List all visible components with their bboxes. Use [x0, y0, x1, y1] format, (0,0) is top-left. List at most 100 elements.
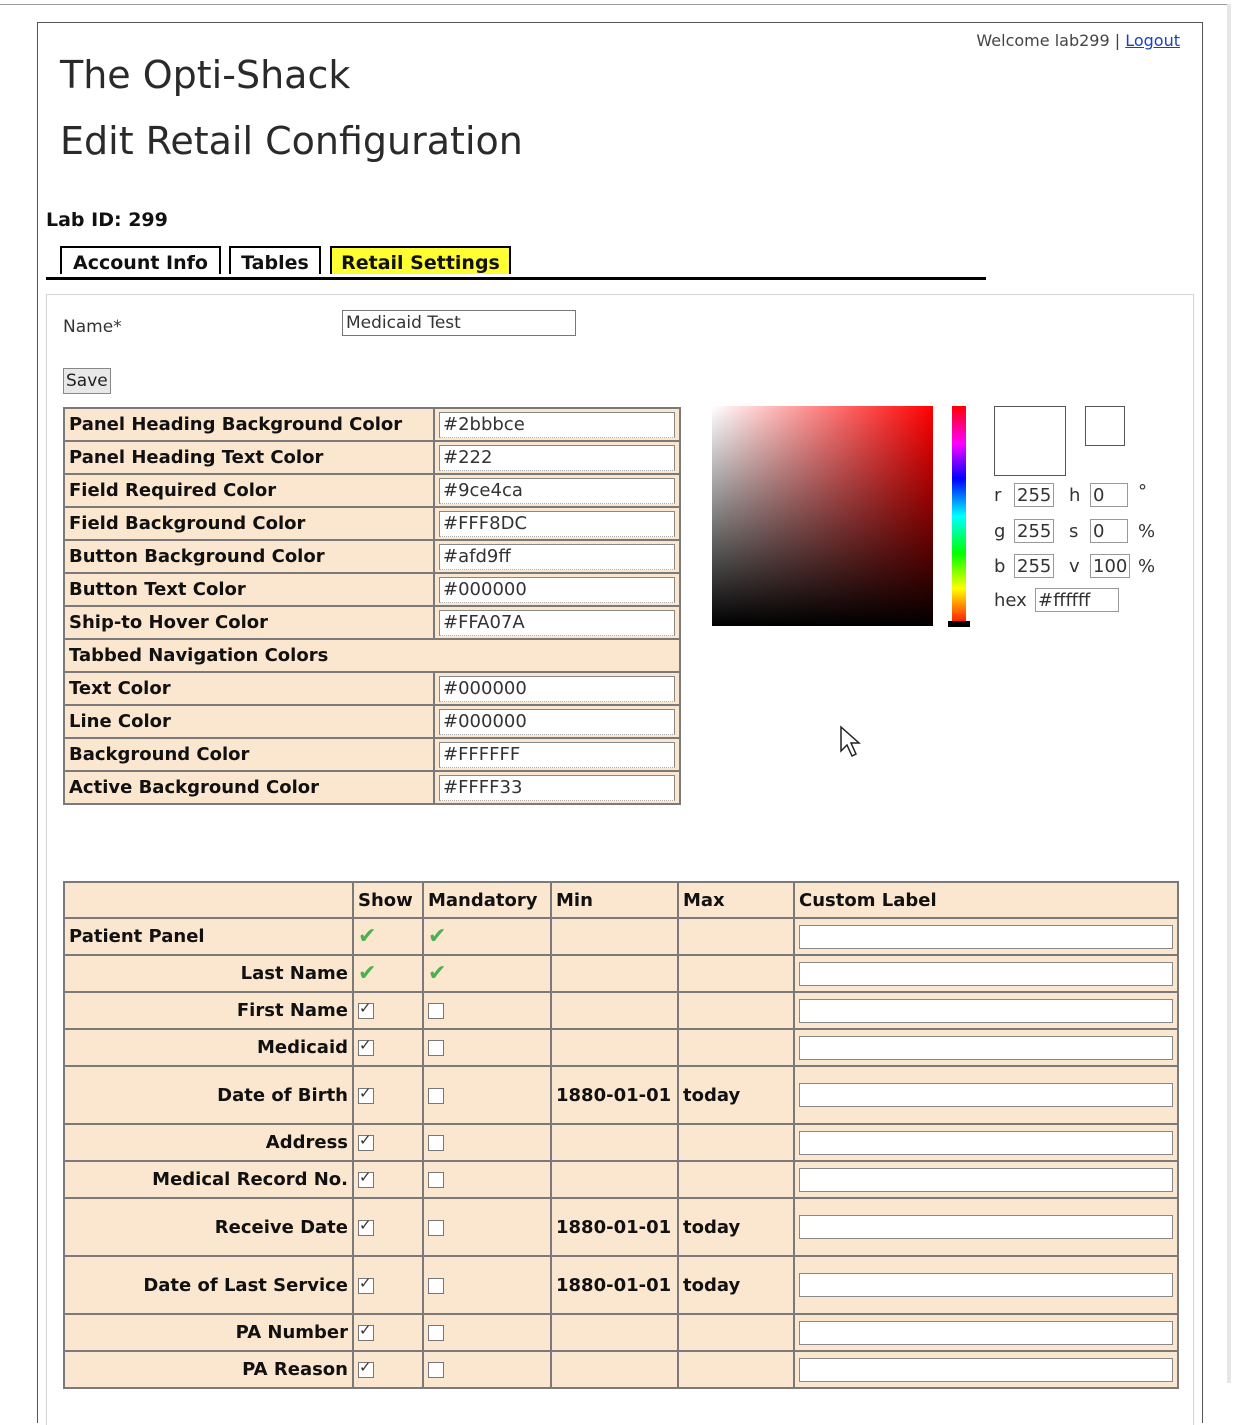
h-unit: ° — [1138, 481, 1147, 502]
original-color-swatch — [1085, 406, 1125, 446]
s-unit: % — [1138, 521, 1156, 542]
custom-label-input[interactable] — [799, 1083, 1173, 1107]
show-cell — [352, 1255, 424, 1315]
min-cell — [550, 1160, 679, 1199]
custom-label-input[interactable] — [799, 1320, 1173, 1345]
show-checkbox[interactable] — [358, 1358, 374, 1378]
color-value-input[interactable] — [439, 543, 675, 570]
show-checkbox[interactable] — [358, 1168, 374, 1188]
max-cell — [677, 1350, 795, 1389]
color-value-input[interactable] — [439, 741, 675, 768]
custom-label-cell — [793, 991, 1179, 1030]
show-checkbox[interactable] — [358, 1321, 374, 1341]
mandatory-checkbox[interactable] — [428, 1277, 444, 1294]
max-cell — [677, 917, 795, 956]
color-setting-row: Panel Heading Background Color — [63, 407, 681, 442]
r-input[interactable] — [1014, 483, 1054, 507]
mandatory-checkbox[interactable] — [428, 1135, 444, 1151]
color-value-input[interactable] — [439, 411, 675, 438]
h-input[interactable] — [1090, 483, 1128, 507]
color-value-input[interactable] — [439, 510, 675, 537]
color-setting-value-cell — [433, 572, 681, 607]
field-row: PA Number — [63, 1313, 1179, 1352]
show-cell — [352, 1313, 424, 1352]
save-button[interactable]: Save — [63, 368, 111, 394]
min-cell — [550, 991, 679, 1030]
mandatory-checkbox[interactable] — [428, 1362, 444, 1378]
mandatory-checkbox[interactable] — [428, 1172, 444, 1188]
fields-header-cell: Mandatory — [422, 881, 552, 919]
s-input[interactable] — [1090, 519, 1128, 543]
custom-label-input[interactable] — [799, 1273, 1173, 1297]
max-cell: today — [677, 1197, 795, 1257]
fields-header-cell: Max — [677, 881, 795, 919]
color-value-input[interactable] — [439, 774, 675, 801]
color-value-input[interactable] — [439, 609, 675, 636]
hue-slider[interactable] — [952, 406, 966, 626]
color-setting-value-cell — [433, 671, 681, 706]
max-cell: today — [677, 1065, 795, 1125]
color-value-input[interactable] — [439, 675, 675, 702]
max-cell — [677, 1160, 795, 1199]
hex-input[interactable] — [1035, 588, 1119, 612]
show-checkbox[interactable] — [358, 999, 374, 1019]
v-input[interactable] — [1090, 554, 1130, 578]
show-cell — [352, 991, 424, 1030]
color-setting-row: Field Background Color — [63, 506, 681, 541]
tab-bar: Account Info Tables Retail Settings — [46, 245, 986, 280]
tab-account-info[interactable]: Account Info — [60, 246, 221, 274]
color-value-input[interactable] — [439, 576, 675, 603]
color-value-input[interactable] — [439, 444, 675, 471]
custom-label-input[interactable] — [799, 998, 1173, 1023]
color-value-input[interactable] — [439, 708, 675, 735]
custom-label-input[interactable] — [799, 1167, 1173, 1192]
color-setting-label: Ship-to Hover Color — [63, 605, 435, 640]
mandatory-checkbox[interactable] — [428, 1087, 444, 1104]
field-label: Address — [63, 1123, 354, 1162]
field-label: First Name — [63, 991, 354, 1030]
custom-label-input[interactable] — [799, 924, 1173, 949]
v-unit: % — [1138, 556, 1156, 577]
welcome-text: Welcome lab299 | — [976, 31, 1121, 50]
show-checkbox[interactable] — [358, 1216, 374, 1236]
show-checkbox[interactable] — [358, 1131, 374, 1151]
field-label: Receive Date — [63, 1197, 354, 1257]
tab-tables[interactable]: Tables — [229, 246, 321, 274]
fields-header-cell: Min — [550, 881, 679, 919]
tabbed-nav-heading: Tabbed Navigation Colors — [63, 638, 681, 673]
custom-label-cell — [793, 1255, 1179, 1315]
show-checkbox[interactable] — [358, 1084, 374, 1104]
show-checkbox[interactable] — [358, 1274, 374, 1294]
mandatory-cell — [422, 1313, 552, 1352]
custom-label-input[interactable] — [799, 1215, 1173, 1239]
name-input[interactable] — [342, 310, 576, 336]
mandatory-checkbox[interactable] — [428, 1219, 444, 1236]
hue-slider-handle[interactable] — [948, 621, 970, 627]
custom-label-input[interactable] — [799, 1357, 1173, 1382]
mandatory-checkbox[interactable] — [428, 1040, 444, 1056]
custom-label-cell — [793, 917, 1179, 956]
show-checkbox[interactable] — [358, 1036, 374, 1056]
field-row: Address — [63, 1123, 1179, 1162]
saturation-value-picker[interactable] — [712, 406, 933, 626]
custom-label-input[interactable] — [799, 1035, 1173, 1060]
min-cell — [550, 917, 679, 956]
g-label: g — [994, 521, 1006, 542]
tab-retail-settings[interactable]: Retail Settings — [330, 246, 511, 274]
color-setting-label: Active Background Color — [63, 770, 435, 805]
custom-label-cell — [793, 1123, 1179, 1162]
section-label: Patient Panel — [63, 917, 354, 956]
field-row: Medicaid — [63, 1028, 1179, 1067]
mandatory-checkbox[interactable] — [428, 1003, 444, 1019]
custom-label-input[interactable] — [799, 1130, 1173, 1155]
color-setting-label: Background Color — [63, 737, 435, 772]
g-input[interactable] — [1014, 519, 1054, 543]
b-input[interactable] — [1014, 554, 1054, 578]
color-setting-label: Line Color — [63, 704, 435, 739]
logout-link[interactable]: Logout — [1125, 31, 1180, 50]
custom-label-input[interactable] — [799, 961, 1173, 986]
show-cell: ✔ — [352, 954, 424, 993]
color-value-input[interactable] — [439, 477, 675, 504]
color-setting-row: Field Required Color — [63, 473, 681, 508]
mandatory-checkbox[interactable] — [428, 1325, 444, 1341]
